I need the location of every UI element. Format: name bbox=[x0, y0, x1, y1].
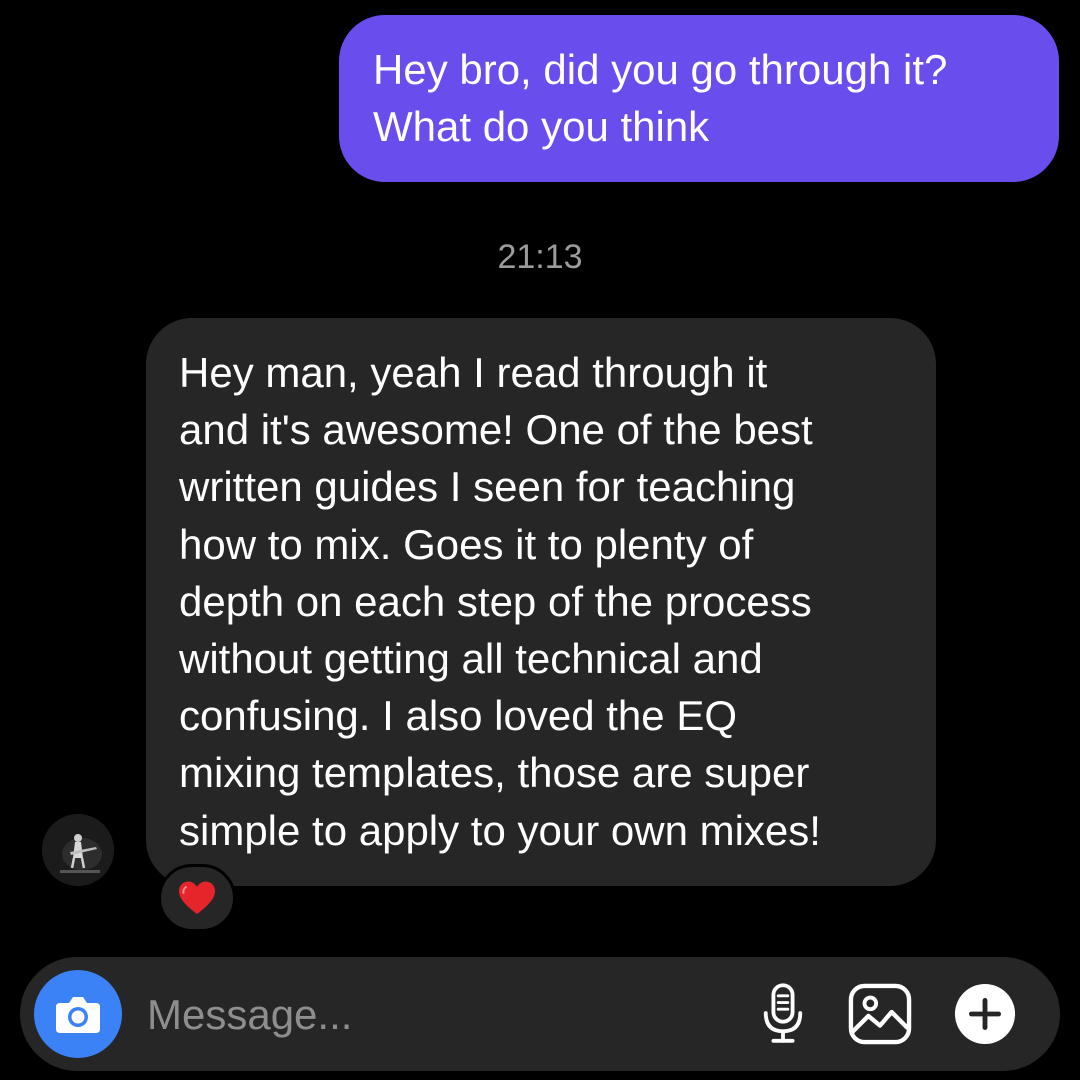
received-message-line: without getting all technical and bbox=[179, 635, 763, 683]
gallery-button[interactable] bbox=[846, 981, 914, 1047]
gallery-icon bbox=[848, 983, 912, 1045]
received-message-line: confusing. I also loved the EQ bbox=[179, 692, 737, 740]
camera-icon bbox=[56, 997, 100, 1033]
received-message-line: simple to apply to your own mixes! bbox=[179, 806, 821, 854]
received-message-line: how to mix. Goes it to plenty of bbox=[179, 520, 754, 568]
received-message-line: depth on each step of the process bbox=[179, 577, 812, 625]
add-button[interactable] bbox=[952, 981, 1018, 1047]
received-message-line: mixing templates, those are super bbox=[179, 749, 810, 797]
avatar-photo-icon bbox=[42, 814, 114, 886]
sent-message-bubble[interactable]: Hey bro, did you go through it? What do … bbox=[339, 15, 1059, 182]
microphone-icon bbox=[763, 983, 803, 1043]
received-message-line: Hey man, yeah I read through it bbox=[179, 349, 768, 396]
avatar[interactable] bbox=[42, 814, 114, 886]
sent-message-line: Hey bro, did you go through it? bbox=[373, 46, 948, 93]
message-input[interactable] bbox=[147, 987, 707, 1043]
received-message-line: and it's awesome! One of the best bbox=[179, 406, 813, 454]
received-message-bubble[interactable]: Hey man, yeah I read through it and it's… bbox=[146, 318, 936, 886]
heart-icon bbox=[179, 881, 215, 914]
plus-icon bbox=[954, 983, 1016, 1045]
camera-button[interactable] bbox=[34, 970, 122, 1058]
heart-reaction[interactable] bbox=[158, 864, 236, 932]
sent-message-line: What do you think bbox=[373, 103, 710, 150]
message-composer bbox=[20, 957, 1060, 1071]
microphone-button[interactable] bbox=[753, 981, 813, 1047]
message-timestamp: 21:13 bbox=[497, 238, 583, 276]
received-message-line: written guides I seen for teaching bbox=[179, 463, 796, 511]
